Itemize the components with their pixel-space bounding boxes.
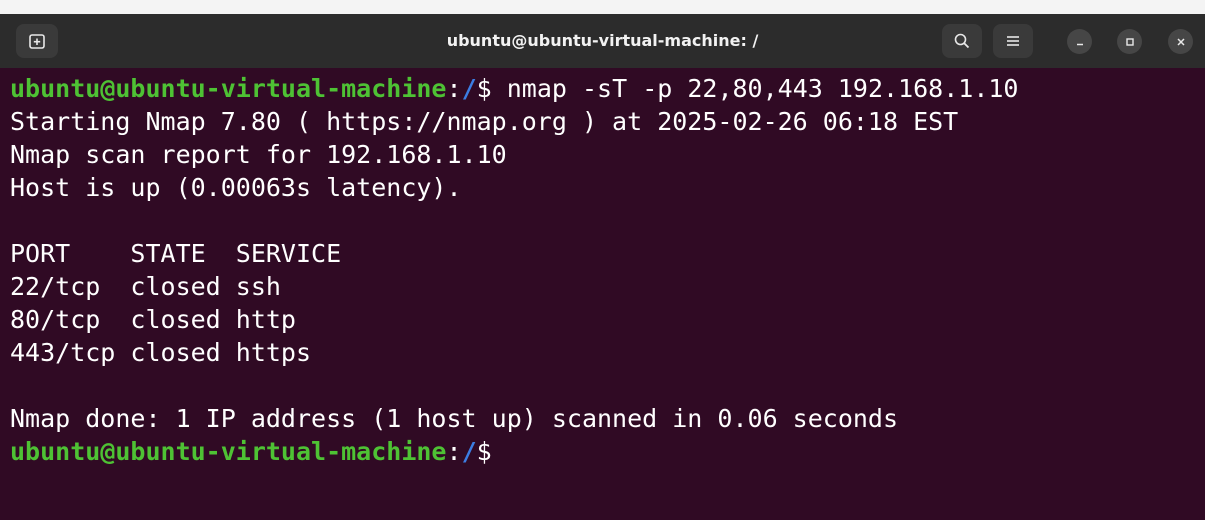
prompt-separator: :	[446, 74, 462, 103]
prompt-path: /	[461, 74, 477, 103]
command-text: nmap -sT -p 22,80,443 192.168.1.10	[491, 74, 1019, 103]
prompt-separator: :	[446, 437, 462, 466]
port-table-row: 80/tcp closed http	[10, 305, 296, 334]
prompt-user: ubuntu@ubuntu-virtual-machine	[10, 437, 447, 466]
search-icon	[954, 33, 970, 49]
port-table-row: 22/tcp closed ssh	[10, 272, 281, 301]
scan-summary-line: Nmap done: 1 IP address (1 host up) scan…	[10, 404, 899, 433]
terminal-output-area[interactable]: ubuntu@ubuntu-virtual-machine:/$ nmap -s…	[0, 68, 1205, 520]
prompt-symbol: $	[476, 74, 492, 103]
maximize-icon	[1125, 37, 1134, 46]
menu-button[interactable]	[993, 24, 1033, 58]
maximize-button[interactable]	[1117, 29, 1142, 54]
output-line: Host is up (0.00063s latency).	[10, 173, 462, 202]
titlebar-top-strip	[0, 0, 1205, 14]
minimize-icon	[1076, 43, 1083, 45]
new-tab-button[interactable]	[16, 24, 58, 58]
prompt-symbol: $	[476, 437, 492, 466]
close-icon	[1176, 37, 1185, 46]
new-tab-icon	[29, 34, 45, 49]
minimize-button[interactable]	[1067, 29, 1092, 54]
hamburger-menu-icon	[1007, 36, 1019, 46]
search-button[interactable]	[942, 24, 982, 58]
output-line: Nmap scan report for 192.168.1.10	[10, 140, 507, 169]
port-table-row: 443/tcp closed https	[10, 338, 312, 367]
output-line: Starting Nmap 7.80 ( https://nmap.org ) …	[10, 107, 959, 136]
close-button[interactable]	[1168, 29, 1193, 54]
port-table-header: PORT STATE SERVICE	[10, 239, 342, 268]
terminal-window: ubuntu@ubuntu-virtual-machine: / ubuntu@…	[0, 0, 1205, 520]
prompt-path: /	[461, 437, 477, 466]
titlebar: ubuntu@ubuntu-virtual-machine: /	[0, 0, 1205, 68]
prompt-user: ubuntu@ubuntu-virtual-machine	[10, 74, 447, 103]
final-prompt-line: ubuntu@ubuntu-virtual-machine:/$	[10, 435, 492, 469]
command-line: ubuntu@ubuntu-virtual-machine:/$ nmap -s…	[10, 72, 1018, 106]
